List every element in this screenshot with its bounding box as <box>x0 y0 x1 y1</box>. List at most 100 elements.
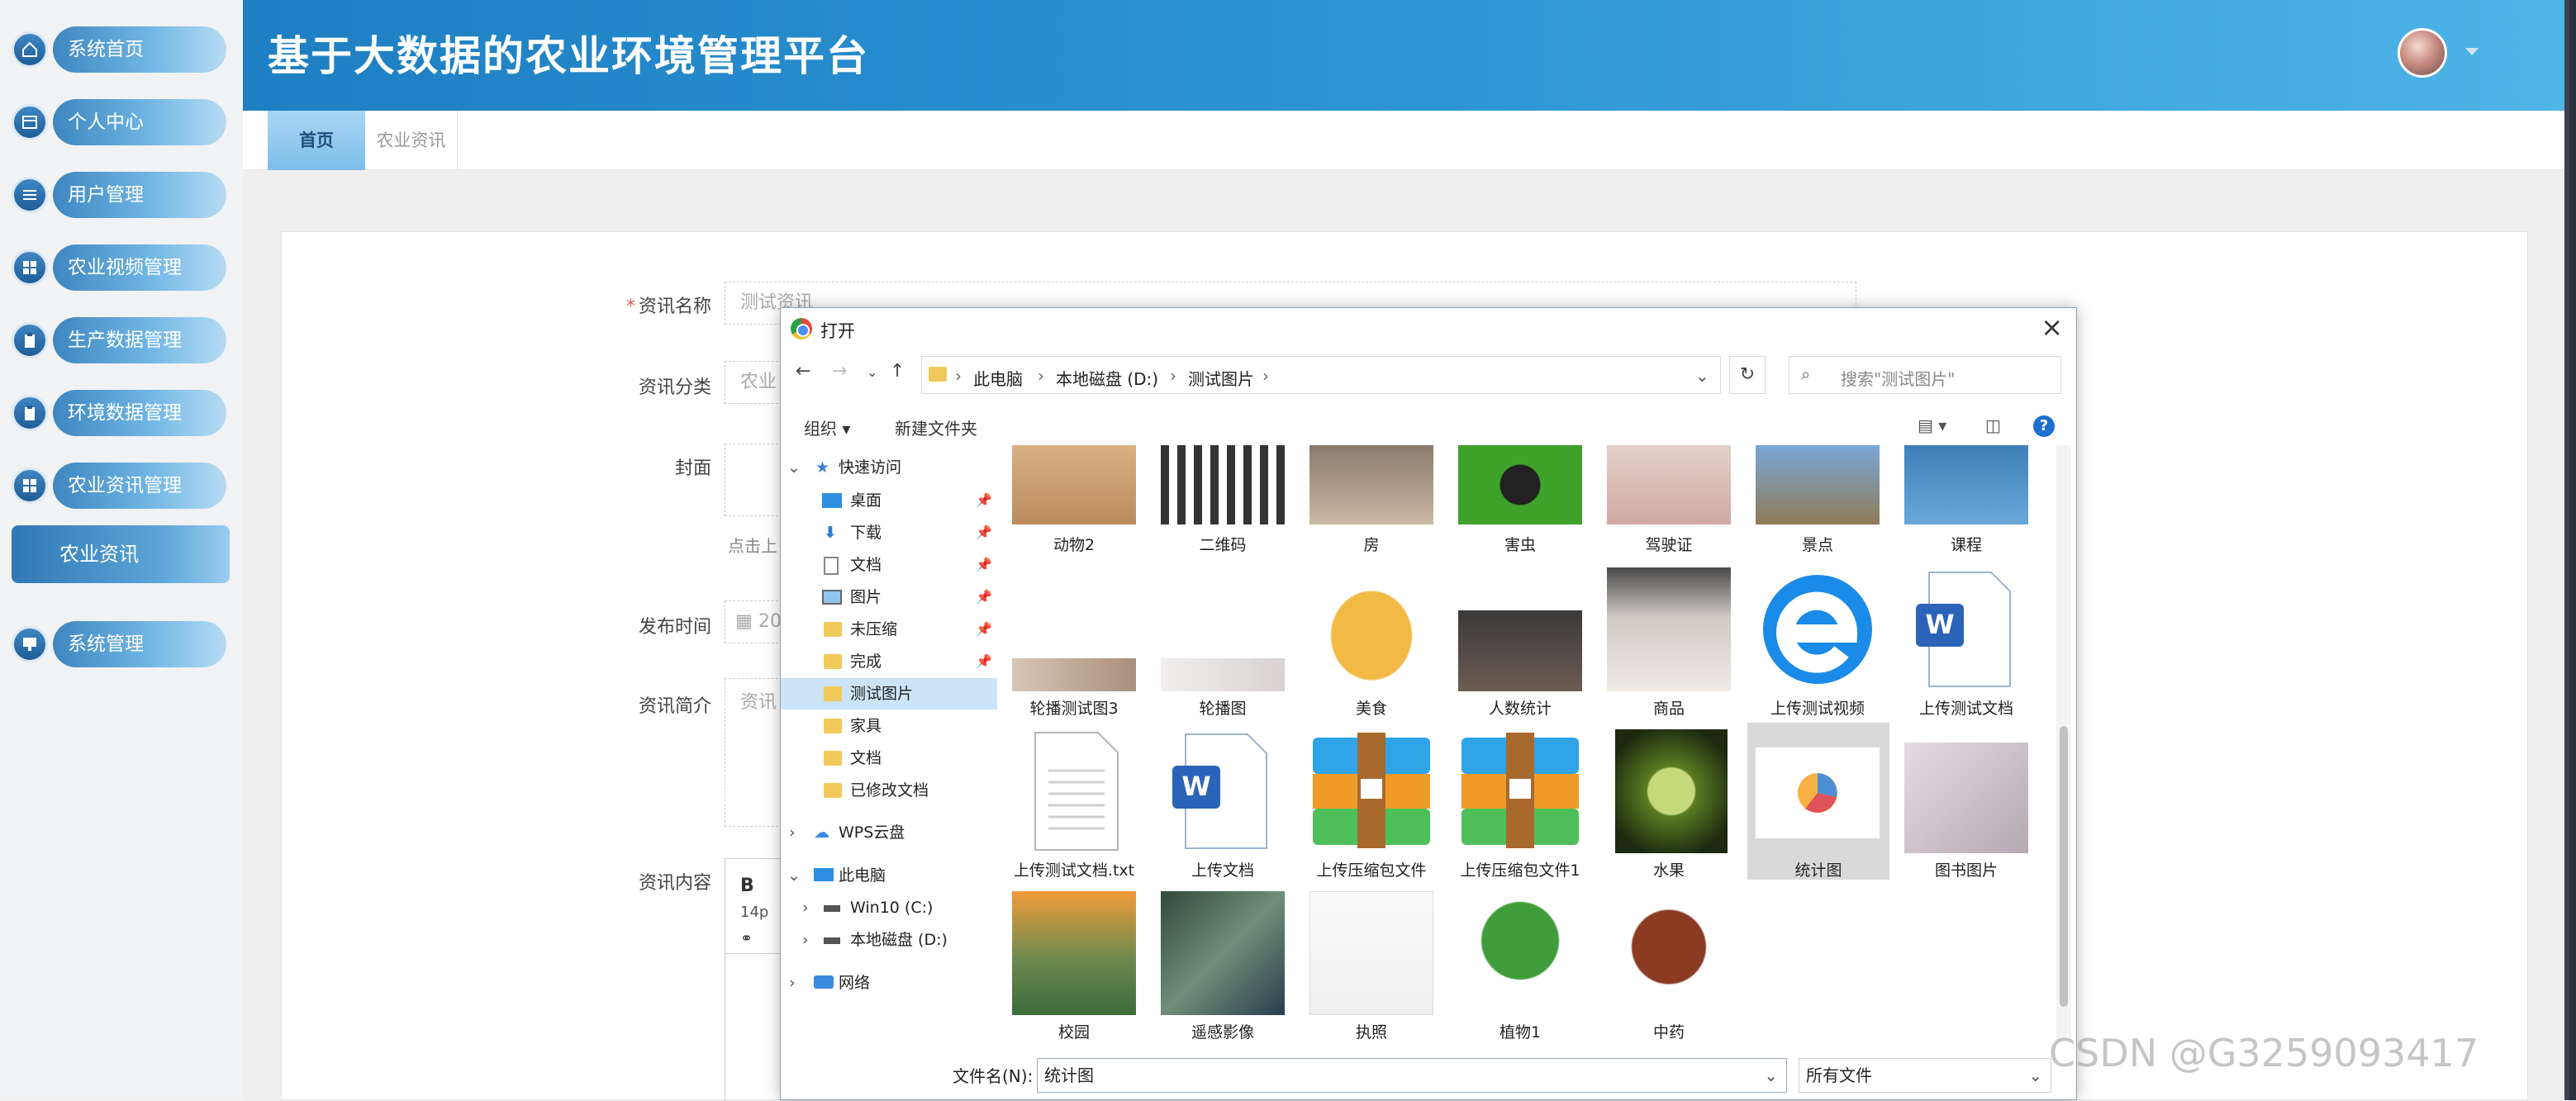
folder-icon <box>824 783 842 798</box>
tree-folder-furniture[interactable]: 家具 <box>781 710 997 742</box>
tree-this-pc[interactable]: ⌄ 此电脑 <box>781 860 997 891</box>
file-name: 驾驶证 <box>1645 536 1693 554</box>
file-name: 中药 <box>1652 1023 1685 1040</box>
file-name: 上传压缩包文件 <box>1316 861 1427 880</box>
up-arrow-icon[interactable]: ↑ <box>890 361 905 382</box>
sidebar-item-video[interactable]: 农业视频管理 <box>12 243 226 292</box>
tab-home[interactable]: 首页 <box>268 111 365 170</box>
pin-icon: 📌 <box>976 621 992 637</box>
view-icon[interactable]: ▤ ▾ <box>1918 415 1946 435</box>
sidebar-item-label: 系统管理 <box>53 621 226 667</box>
file-name: 执照 <box>1355 1023 1387 1040</box>
sidebar-item-users[interactable]: 用户管理 <box>12 170 226 220</box>
filename-input[interactable]: 统计图 ⌄ <box>1037 1058 1787 1093</box>
organize-button[interactable]: 组织 ▾ <box>804 415 850 439</box>
file-name: 美食 <box>1355 700 1387 718</box>
rich-editor[interactable]: B 14p ⚭ <box>725 858 783 1101</box>
sidebar-item-system[interactable]: 系统管理 <box>12 619 226 669</box>
avatar[interactable] <box>2398 28 2447 78</box>
expand-chevron-icon[interactable]: › <box>789 817 796 848</box>
file-grid-scrollbar[interactable] <box>2056 445 2071 1040</box>
sidebar-item-environment[interactable]: 环境数据管理 <box>12 388 226 438</box>
tree-folder-docs[interactable]: 文档 <box>781 743 997 774</box>
tree-drive-c[interactable]: › Win10 (C:) <box>781 892 997 923</box>
date-value: 20 <box>758 611 782 632</box>
tree-network[interactable]: › 网络 <box>781 967 997 999</box>
file-name: 轮播图 <box>1199 700 1247 718</box>
search-input[interactable]: ⌕ 搜索"测试图片" <box>1789 356 2061 394</box>
sidebar-item-home[interactable]: 系统首页 <box>12 25 226 74</box>
chevron-down-icon[interactable]: ⌄ <box>1695 366 1709 386</box>
recent-chevron-icon[interactable]: ⌄ <box>867 364 877 380</box>
tab-news[interactable]: 农业资讯 <box>365 111 458 170</box>
address-bar[interactable]: › 此电脑 › 本地磁盘 (D:) › 测试图片 › ⌄ <box>921 356 1721 394</box>
folder-icon <box>824 719 842 733</box>
sidebar-item-label: 环境数据管理 <box>53 390 226 436</box>
expand-chevron-icon[interactable]: ⌄ <box>787 860 801 891</box>
help-icon[interactable]: ? <box>2033 415 2055 437</box>
breadcrumb-test-images[interactable]: 测试图片 <box>1188 366 1254 390</box>
tree-folder-uncompressed[interactable]: 未压缩 📌 <box>781 614 997 645</box>
filetype-select[interactable]: 所有文件 ⌄ <box>1799 1058 2051 1093</box>
font-size-select[interactable]: 14p <box>740 904 768 921</box>
chevron-down-icon[interactable]: ⌄ <box>1764 1059 1778 1092</box>
tree-folder-modified[interactable]: 已修改文档 <box>781 775 997 806</box>
tree-desktop[interactable]: 桌面 📌 <box>781 485 997 516</box>
dialog-title: 打开 <box>820 321 855 341</box>
pin-icon: 📌 <box>976 492 992 508</box>
tree-documents[interactable]: 文档 📌 <box>781 549 997 581</box>
category-label: 资讯分类 <box>638 377 711 398</box>
breadcrumb-this-pc[interactable]: 此电脑 <box>973 366 1023 390</box>
refresh-icon[interactable]: ↻ <box>1729 356 1766 394</box>
tree-folder-done[interactable]: 完成 📌 <box>781 646 997 677</box>
expand-chevron-icon[interactable]: ⌄ <box>787 452 801 483</box>
expand-chevron-icon[interactable]: › <box>802 924 809 956</box>
chevron-down-icon[interactable]: ⌄ <box>2028 1059 2042 1092</box>
sidebar-item-news[interactable]: 农业资讯管理 <box>12 461 226 510</box>
breadcrumb-drive-d[interactable]: 本地磁盘 (D:) <box>1056 366 1158 390</box>
file-name: 上传文档 <box>1191 861 1254 880</box>
tree-downloads[interactable]: ⬇ 下载 📌 <box>781 517 997 548</box>
file-name: 遥感影像 <box>1191 1023 1254 1040</box>
file-name: 景点 <box>1801 536 1833 554</box>
breadcrumb-separator: › <box>1170 366 1176 386</box>
file-name: 植物1 <box>1499 1023 1542 1040</box>
tree-folder-test-images[interactable]: 测试图片 <box>781 678 997 709</box>
cover-upload[interactable] <box>725 444 782 516</box>
filename-row: 文件名(N): 统计图 ⌄ 所有文件 ⌄ <box>781 1051 2076 1098</box>
sidebar-item-production[interactable]: 生产数据管理 <box>12 316 226 365</box>
date-input[interactable]: ▦ 20 <box>725 600 782 643</box>
tree-label: 此电脑 <box>839 866 886 885</box>
expand-chevron-icon[interactable]: › <box>789 967 796 999</box>
sidebar-item-label: 生产数据管理 <box>53 317 226 363</box>
brief-textarea[interactable]: 资讯 <box>725 678 782 827</box>
file-item-selected[interactable]: 统计图 <box>1747 723 1889 880</box>
link-icon[interactable]: ⚭ <box>740 930 753 947</box>
scrollbar-thumb[interactable] <box>2060 726 2068 1007</box>
file-name: 上传压缩包文件1 <box>1460 861 1580 880</box>
forward-arrow-icon[interactable]: → <box>832 361 847 382</box>
file-name: 统计图 <box>1794 861 1842 880</box>
thumbnail-scenery <box>1756 445 1880 524</box>
back-arrow-icon[interactable]: ← <box>796 361 810 382</box>
file-name: 轮播测试图3 <box>1029 700 1119 718</box>
breadcrumb-separator: › <box>1038 366 1044 386</box>
new-folder-button[interactable]: 新建文件夹 <box>895 415 977 439</box>
thumbnail-qrcode <box>1161 445 1285 524</box>
bold-button[interactable]: B <box>740 876 754 896</box>
tree-wps-cloud[interactable]: › ☁ WPS云盘 <box>781 817 997 848</box>
tree-pictures[interactable]: 图片 📌 <box>781 581 997 613</box>
expand-chevron-icon[interactable]: › <box>802 892 809 923</box>
category-select[interactable]: 农业 <box>725 361 782 404</box>
thumbnail-crowd <box>1458 610 1582 691</box>
sidebar-subitem-news[interactable]: 农业资讯 <box>12 525 230 583</box>
sidebar-item-label: 用户管理 <box>53 172 226 218</box>
archive-icon <box>1309 729 1433 853</box>
sidebar-item-profile[interactable]: 个人中心 <box>12 97 226 147</box>
close-icon[interactable]: × <box>2041 311 2063 343</box>
tree-quick-access[interactable]: ⌄ ★ 快速访问 <box>781 452 997 483</box>
preview-pane-icon[interactable]: ◫ <box>1985 415 2001 435</box>
chevron-down-icon[interactable] <box>2465 48 2479 55</box>
pin-icon: 📌 <box>976 557 992 572</box>
tree-drive-d[interactable]: › 本地磁盘 (D:) <box>781 924 997 956</box>
